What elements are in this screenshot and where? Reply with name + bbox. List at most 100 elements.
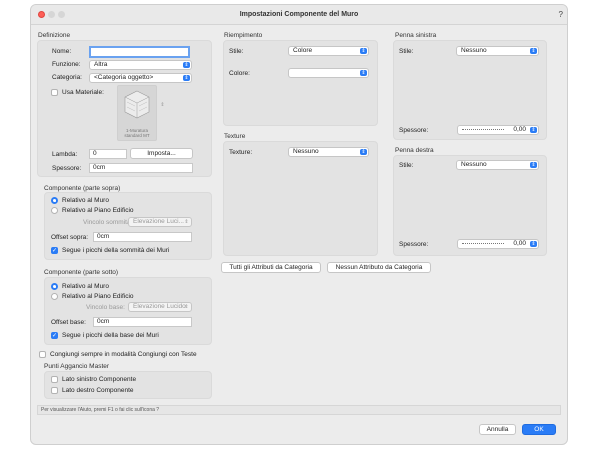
nessun-attributo-button[interactable]: Nessun Attributo da Categoria xyxy=(327,262,431,273)
funzione-label: Funzione: xyxy=(52,61,81,68)
vincolo-base-label: Vincolo base: xyxy=(86,304,125,311)
updown-chevron-icon: ⇕ xyxy=(530,48,537,54)
offset-sopra-input[interactable]: 0cm xyxy=(93,232,192,242)
riempimento-colore-label: Colore: xyxy=(229,70,250,77)
texture-label: Texture: xyxy=(229,149,253,156)
dotted-line-icon xyxy=(462,243,504,244)
funzione-select[interactable]: Altra ⇕ xyxy=(89,60,192,70)
usa-materiale-checkbox[interactable] xyxy=(51,89,58,96)
categoria-value: <Categoria oggetto> xyxy=(94,74,154,81)
lambda-label: Lambda: xyxy=(52,151,78,158)
annulla-button[interactable]: Annulla xyxy=(479,424,516,435)
updown-chevron-icon: ⇕ xyxy=(530,162,537,168)
usa-materiale-label: Usa Materiale: xyxy=(62,89,104,96)
section-penna-sinistra: Penna sinistra xyxy=(395,32,437,39)
title-bar: Impostazioni Componente del Muro ? xyxy=(31,5,567,25)
imposta-button[interactable]: Imposta... xyxy=(130,148,193,159)
sopra-relativo-piano-label: Relativo al Piano Edificio xyxy=(62,207,134,214)
section-penna-destra: Penna destra xyxy=(395,147,434,154)
lambda-input[interactable]: 0 xyxy=(89,149,127,159)
sotto-relativo-piano-label: Relativo al Piano Edificio xyxy=(62,293,134,300)
ok-button[interactable]: OK xyxy=(522,424,556,435)
riempimento-stile-label: Stile: xyxy=(229,48,244,55)
texture-value: Nessuno xyxy=(293,148,319,155)
penna-destra-stile-label: Stile: xyxy=(399,162,414,169)
lato-destro-label: Lato destro Componente xyxy=(62,387,134,394)
vincolo-base-value: Elevazione Lucido xyxy=(133,303,186,310)
segue-sommita-label: Segue i picchi della sommità dei Muri xyxy=(62,247,170,254)
lato-sinistro-label: Lato sinistro Componente xyxy=(62,376,137,383)
categoria-label: Categoria: xyxy=(52,74,82,81)
brick-cube-icon xyxy=(124,90,150,119)
sotto-relativo-muro-label: Relativo al Muro xyxy=(62,283,109,290)
penna-destra-spessore-value: 0,00 xyxy=(513,240,526,247)
tutti-attributi-button[interactable]: Tutti gli Attributi da Categoria xyxy=(221,262,321,273)
segue-base-label: Segue i picchi della base dei Muri xyxy=(62,332,159,339)
offset-base-label: Offset base: xyxy=(51,319,86,326)
categoria-select[interactable]: <Categoria oggetto> ⇕ xyxy=(89,73,192,83)
sotto-relativo-piano-radio[interactable] xyxy=(51,293,58,300)
segue-base-checkbox[interactable]: ✓ xyxy=(51,332,58,339)
section-riempimento: Riempimento xyxy=(224,32,263,39)
riempimento-stile-select[interactable]: Colore ⇕ xyxy=(288,46,369,56)
offset-base-input[interactable]: 0cm xyxy=(93,317,192,327)
penna-destra-spessore-select[interactable]: 0,00 ⇕ xyxy=(457,239,539,249)
penna-destra-stile-value: Nessuno xyxy=(461,161,487,168)
penna-sinistra-spessore-value: 0,00 xyxy=(513,126,526,133)
section-parte-sopra: Componente (parte sopra) xyxy=(44,185,121,192)
updown-chevron-icon: ⇕ xyxy=(530,127,537,133)
section-parte-sotto: Componente (parte sotto) xyxy=(44,269,119,276)
nome-label: Nome: xyxy=(52,48,72,55)
section-punti-aggancio: Punti Aggancio Master xyxy=(44,363,110,370)
spessore-label: Spessore: xyxy=(52,165,82,172)
penna-sinistra-stile-label: Stile: xyxy=(399,48,414,55)
updown-chevron-icon: ⇕ xyxy=(360,48,367,54)
texture-panel xyxy=(223,141,378,256)
segue-sommita-checkbox[interactable]: ✓ xyxy=(51,247,58,254)
sopra-relativo-piano-radio[interactable] xyxy=(51,207,58,214)
dotted-line-icon xyxy=(462,129,504,130)
status-bar: Per visualizzare l'Aiuto, premi F1 o fai… xyxy=(37,405,561,415)
vincolo-sommita-label: Vincolo sommità: xyxy=(83,219,133,226)
window-title: Impostazioni Componente del Muro xyxy=(239,11,359,18)
material-tile-caption: 1-Muratura standard MT xyxy=(124,128,150,138)
spessore-input[interactable]: 0cm xyxy=(89,163,193,173)
penna-sinistra-stile-select[interactable]: Nessuno ⇕ xyxy=(456,46,539,56)
congiungi-checkbox[interactable] xyxy=(39,351,46,358)
penna-sinistra-spessore-label: Spessore: xyxy=(399,127,429,134)
offset-sopra-label: Offset sopra: xyxy=(51,234,89,241)
updown-chevron-icon: ⇕ xyxy=(530,241,537,247)
updown-chevron-icon: ⇕ xyxy=(360,70,367,76)
lato-sinistro-checkbox[interactable] xyxy=(51,376,58,383)
checkmark-icon: ✓ xyxy=(52,333,58,339)
sotto-relativo-muro-radio[interactable] xyxy=(51,283,58,290)
congiungi-label: Congiungi sempre in modalità Congiungi c… xyxy=(50,351,197,358)
riempimento-colore-select[interactable]: ⇕ xyxy=(288,68,369,78)
dialog-window: Impostazioni Componente del Muro ? Defin… xyxy=(30,4,568,445)
updown-chevron-icon: ⇕ xyxy=(184,304,189,310)
checkmark-icon: ✓ xyxy=(52,248,58,254)
updown-chevron-icon: ⇕ xyxy=(184,219,189,225)
updown-chevron-icon: ⇕ xyxy=(360,149,367,155)
updown-chevron-icon: ⇕ xyxy=(183,75,190,81)
section-texture: Texture xyxy=(224,133,246,140)
texture-select[interactable]: Nessuno ⇕ xyxy=(288,147,369,157)
vincolo-sommita-select[interactable]: Elevazione Luci... ⇕ xyxy=(128,217,192,227)
penna-destra-stile-select[interactable]: Nessuno ⇕ xyxy=(456,160,539,170)
funzione-value: Altra xyxy=(94,61,108,68)
nome-input[interactable] xyxy=(89,46,190,58)
penna-sinistra-stile-value: Nessuno xyxy=(461,47,487,54)
penna-sinistra-spessore-select[interactable]: 0,00 ⇕ xyxy=(457,125,539,135)
lato-destro-checkbox[interactable] xyxy=(51,387,58,394)
sopra-relativo-muro-radio[interactable] xyxy=(51,197,58,204)
help-icon[interactable]: ? xyxy=(559,10,563,19)
section-definizione: Definizione xyxy=(38,32,71,39)
penna-destra-spessore-label: Spessore: xyxy=(399,241,429,248)
riempimento-stile-value: Colore xyxy=(293,47,313,54)
updown-chevron-icon[interactable]: ⇕ xyxy=(159,102,166,108)
vincolo-base-select[interactable]: Elevazione Lucido ⇕ xyxy=(128,302,192,312)
vincolo-sommita-value: Elevazione Luci... xyxy=(133,218,184,225)
material-tile[interactable]: 1-Muratura standard MT xyxy=(117,85,157,141)
updown-chevron-icon: ⇕ xyxy=(183,62,190,68)
sopra-relativo-muro-label: Relativo al Muro xyxy=(62,197,109,204)
